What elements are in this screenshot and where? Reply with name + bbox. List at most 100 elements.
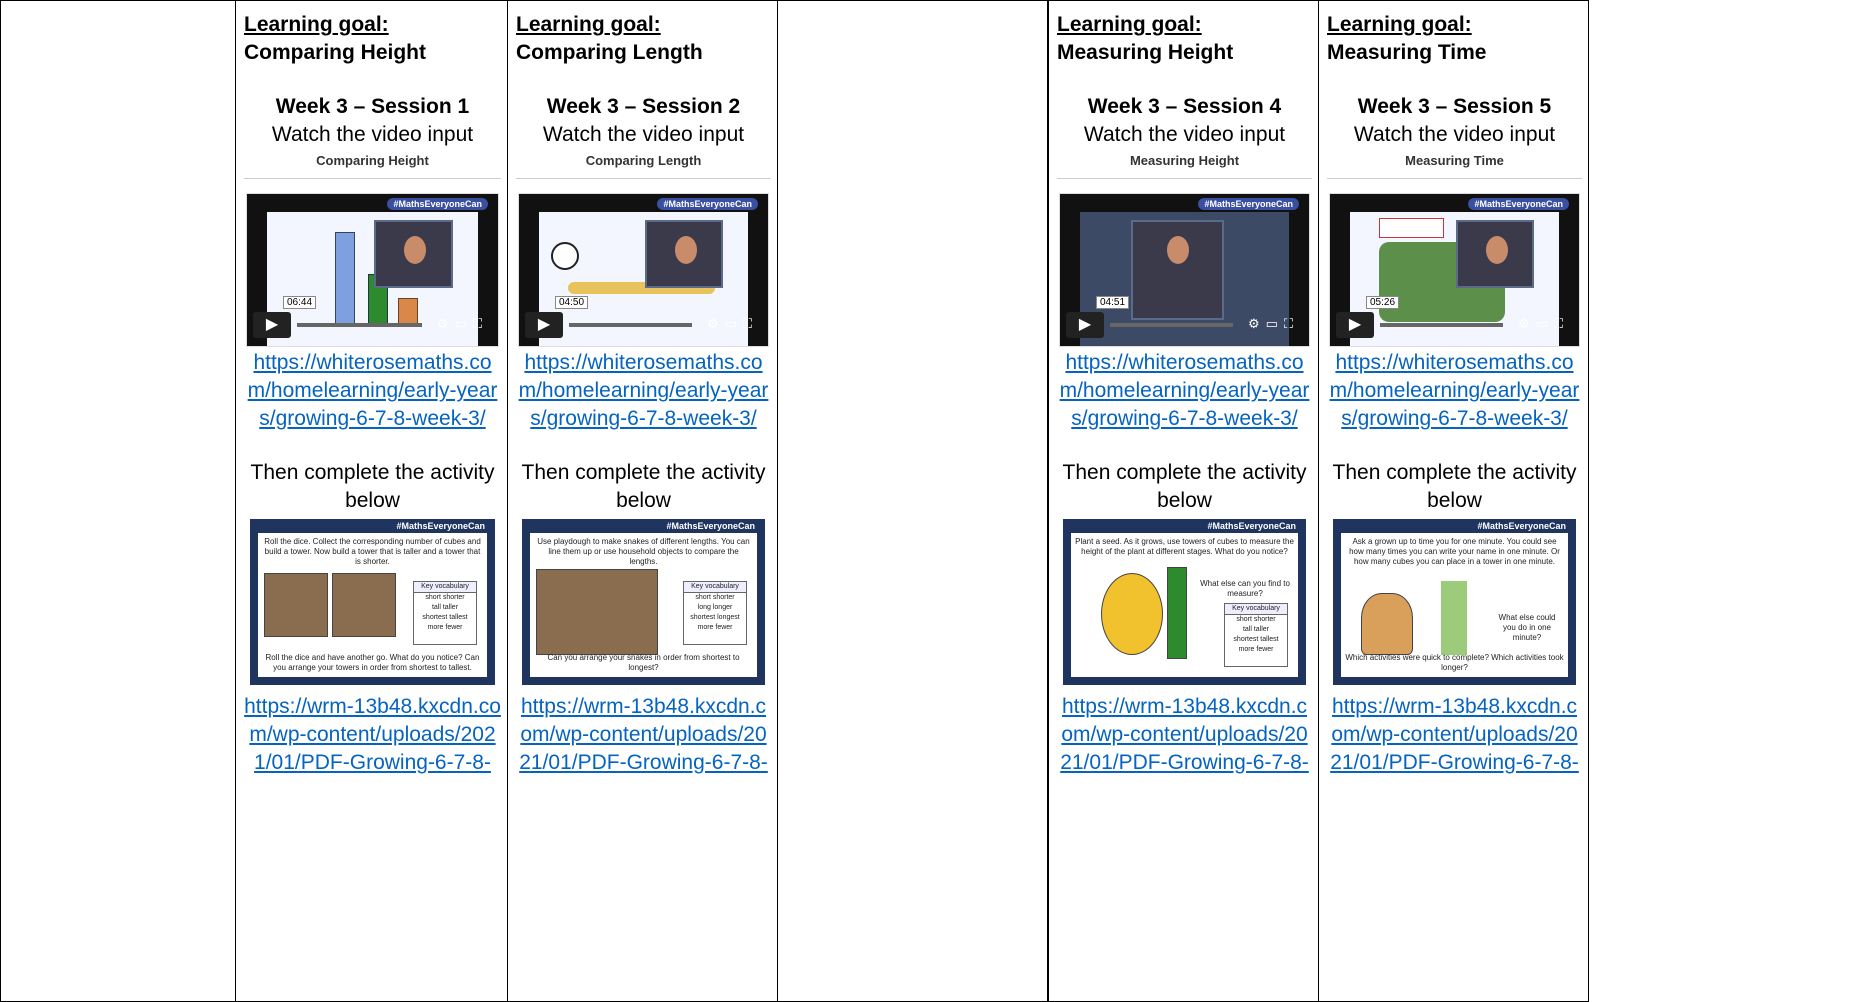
brand-badge: #MathsEveryoneCan — [1468, 198, 1569, 210]
instruction-text: Watch the video input — [542, 123, 745, 146]
vocabulary-row: long longer — [697, 604, 733, 611]
session-title: Week 3 – Session 1 — [275, 95, 470, 118]
vocabulary-row: tall taller — [1242, 626, 1270, 633]
video-link[interactable]: https://whiterosemaths.com/homelearning/… — [1327, 349, 1582, 433]
vocabulary-row: shortest tallest — [422, 614, 468, 621]
learning-goal-label: Learning goal: — [516, 13, 661, 36]
learning-goal-label: Learning goal: — [1327, 13, 1472, 36]
video-link[interactable]: https://whiterosemaths.com/homelearning/… — [244, 349, 501, 433]
vocabulary-row: more fewer — [1238, 646, 1274, 653]
activity-instruction: Then complete the activity below — [1332, 461, 1577, 512]
vocabulary-box: Key vocabulary short shorter tall taller… — [413, 581, 477, 645]
activity-prompt: What else could you do in one minute? — [1498, 613, 1556, 642]
session-cell: Learning goal: Measuring Time Week 3 – S… — [1318, 0, 1589, 1002]
settings-icon[interactable]: ⚙▭⛶ — [1518, 316, 1569, 332]
video-link[interactable]: https://whiterosemaths.com/homelearning/… — [1057, 349, 1312, 433]
activity-text: Roll the dice. Collect the corresponding… — [264, 537, 481, 566]
video-progress-bar[interactable] — [569, 323, 692, 327]
activity-slide: #MathsEveryoneCan Use playdough to make … — [522, 519, 765, 685]
activity-link[interactable]: https://wrm-13b48.kxcdn.com/wp-content/u… — [244, 693, 501, 777]
video-progress-bar[interactable] — [297, 323, 422, 327]
video-duration: 04:50 — [555, 296, 589, 309]
video-heading: Measuring Time — [1327, 153, 1582, 179]
video-duration: 04:51 — [1096, 296, 1130, 309]
activity-footer: Roll the dice and have another go. What … — [265, 653, 480, 672]
video-player[interactable]: #MathsEveryoneCan ▶ 04:51 ⚙▭⛶ — [1059, 193, 1310, 347]
vocabulary-row: shortest tallest — [1233, 636, 1279, 643]
activity-slide-content: Plant a seed. As it grows, use towers of… — [1071, 533, 1298, 677]
video-player[interactable]: #MathsEveryoneCan ▶ 05:26 ⚙▭⛶ — [1329, 193, 1580, 347]
vocabulary-title: Key vocabulary — [414, 582, 476, 593]
vocabulary-row: short shorter — [695, 594, 735, 601]
vocabulary-row: short shorter — [1236, 616, 1276, 623]
activity-footer: Can you arrange your snakes in order fro… — [547, 653, 740, 672]
play-icon[interactable]: ▶ — [525, 312, 563, 338]
activity-link[interactable]: https://wrm-13b48.kxcdn.com/wp-content/u… — [1327, 693, 1582, 777]
activity-link[interactable]: https://wrm-13b48.kxcdn.com/wp-content/u… — [516, 693, 771, 777]
learning-goal-text: Measuring Height — [1057, 41, 1234, 64]
learning-goal-text: Comparing Length — [516, 41, 703, 64]
presenter-thumbnail — [1130, 220, 1225, 320]
session-cell: Learning goal: Comparing Height Week 3 –… — [235, 0, 508, 1002]
activity-slide: #MathsEveryoneCan Roll the dice. Collect… — [250, 519, 495, 685]
settings-icon[interactable]: ⚙▭⛶ — [437, 316, 488, 332]
activity-footer: Which activities were quick to complete?… — [1345, 653, 1564, 672]
vocabulary-row: tall taller — [431, 604, 459, 611]
session-cell: Learning goal: Comparing Length Week 3 –… — [507, 0, 778, 1002]
settings-icon[interactable]: ⚙▭⛶ — [1248, 316, 1299, 332]
presenter-thumbnail — [373, 220, 453, 288]
learning-goal-label: Learning goal: — [244, 13, 389, 36]
learning-goal-text: Comparing Height — [244, 41, 426, 64]
activity-photo — [332, 573, 396, 637]
kangaroo-icon — [1361, 593, 1413, 655]
activity-photo — [536, 569, 658, 655]
settings-icon[interactable]: ⚙▭⛶ — [707, 316, 758, 332]
session-title: Week 3 – Session 5 — [1357, 95, 1552, 118]
video-heading: Comparing Height — [244, 153, 501, 179]
activity-slide: #MathsEveryoneCan Ask a grown up to time… — [1333, 519, 1576, 685]
presenter-thumbnail — [1455, 220, 1535, 288]
activity-slide-content: Use playdough to make snakes of differen… — [530, 533, 757, 677]
sunflower-icon — [1101, 573, 1163, 655]
vocabulary-row: shortest longest — [690, 614, 740, 621]
learning-goal: Learning goal: Measuring Height — [1057, 11, 1312, 67]
video-heading: Measuring Height — [1057, 153, 1312, 179]
vocabulary-title: Key vocabulary — [684, 582, 746, 593]
learning-goal-label: Learning goal: — [1057, 13, 1202, 36]
activity-link[interactable]: https://wrm-13b48.kxcdn.com/wp-content/u… — [1057, 693, 1312, 777]
video-duration: 05:26 — [1366, 296, 1400, 309]
vocabulary-box: Key vocabulary short shorter long longer… — [683, 581, 747, 645]
vocabulary-row: more fewer — [427, 624, 463, 631]
video-heading: Comparing Length — [516, 153, 771, 179]
panda-shape — [551, 242, 580, 270]
vocabulary-title: Key vocabulary — [1225, 604, 1287, 615]
brand-badge: #MathsEveryoneCan — [396, 521, 485, 531]
activity-text: Ask a grown up to time you for one minut… — [1349, 537, 1560, 566]
empty-session-cell — [777, 0, 1048, 1002]
video-duration: 06:44 — [283, 296, 317, 309]
activity-text: Plant a seed. As it grows, use towers of… — [1075, 537, 1294, 556]
activity-slide: #MathsEveryoneCan Plant a seed. As it gr… — [1063, 519, 1306, 685]
learning-goal: Learning goal: Comparing Length — [516, 11, 771, 67]
activity-slide-content: Ask a grown up to time you for one minut… — [1341, 533, 1568, 677]
video-progress-bar[interactable] — [1380, 323, 1503, 327]
brand-badge: #MathsEveryoneCan — [1207, 521, 1296, 531]
table-row: Learning goal: Comparing Height Week 3 –… — [0, 0, 1589, 1002]
sand-timer-icon — [1441, 581, 1467, 655]
play-icon[interactable]: ▶ — [253, 312, 291, 338]
video-player[interactable]: #MathsEveryoneCan ▶ 04:50 ⚙▭⛶ — [518, 193, 769, 347]
vocabulary-row: more fewer — [697, 624, 733, 631]
activity-slide-content: Roll the dice. Collect the corresponding… — [258, 533, 487, 677]
learning-goal: Learning goal: Measuring Time — [1327, 11, 1582, 67]
session-title: Week 3 – Session 4 — [1087, 95, 1282, 118]
vocabulary-row: short shorter — [425, 594, 465, 601]
brand-badge: #MathsEveryoneCan — [1198, 198, 1299, 210]
video-progress-bar[interactable] — [1110, 323, 1233, 327]
brand-badge: #MathsEveryoneCan — [387, 198, 488, 210]
instruction-text: Watch the video input — [1353, 123, 1556, 146]
play-icon[interactable]: ▶ — [1336, 312, 1374, 338]
video-controls: ▶ 04:51 ⚙▭⛶ — [1066, 296, 1303, 338]
video-player[interactable]: #MathsEveryoneCan ▶ 06:44 ⚙▭⛶ — [246, 193, 499, 347]
play-icon[interactable]: ▶ — [1066, 312, 1104, 338]
video-link[interactable]: https://whiterosemaths.com/homelearning/… — [516, 349, 771, 433]
